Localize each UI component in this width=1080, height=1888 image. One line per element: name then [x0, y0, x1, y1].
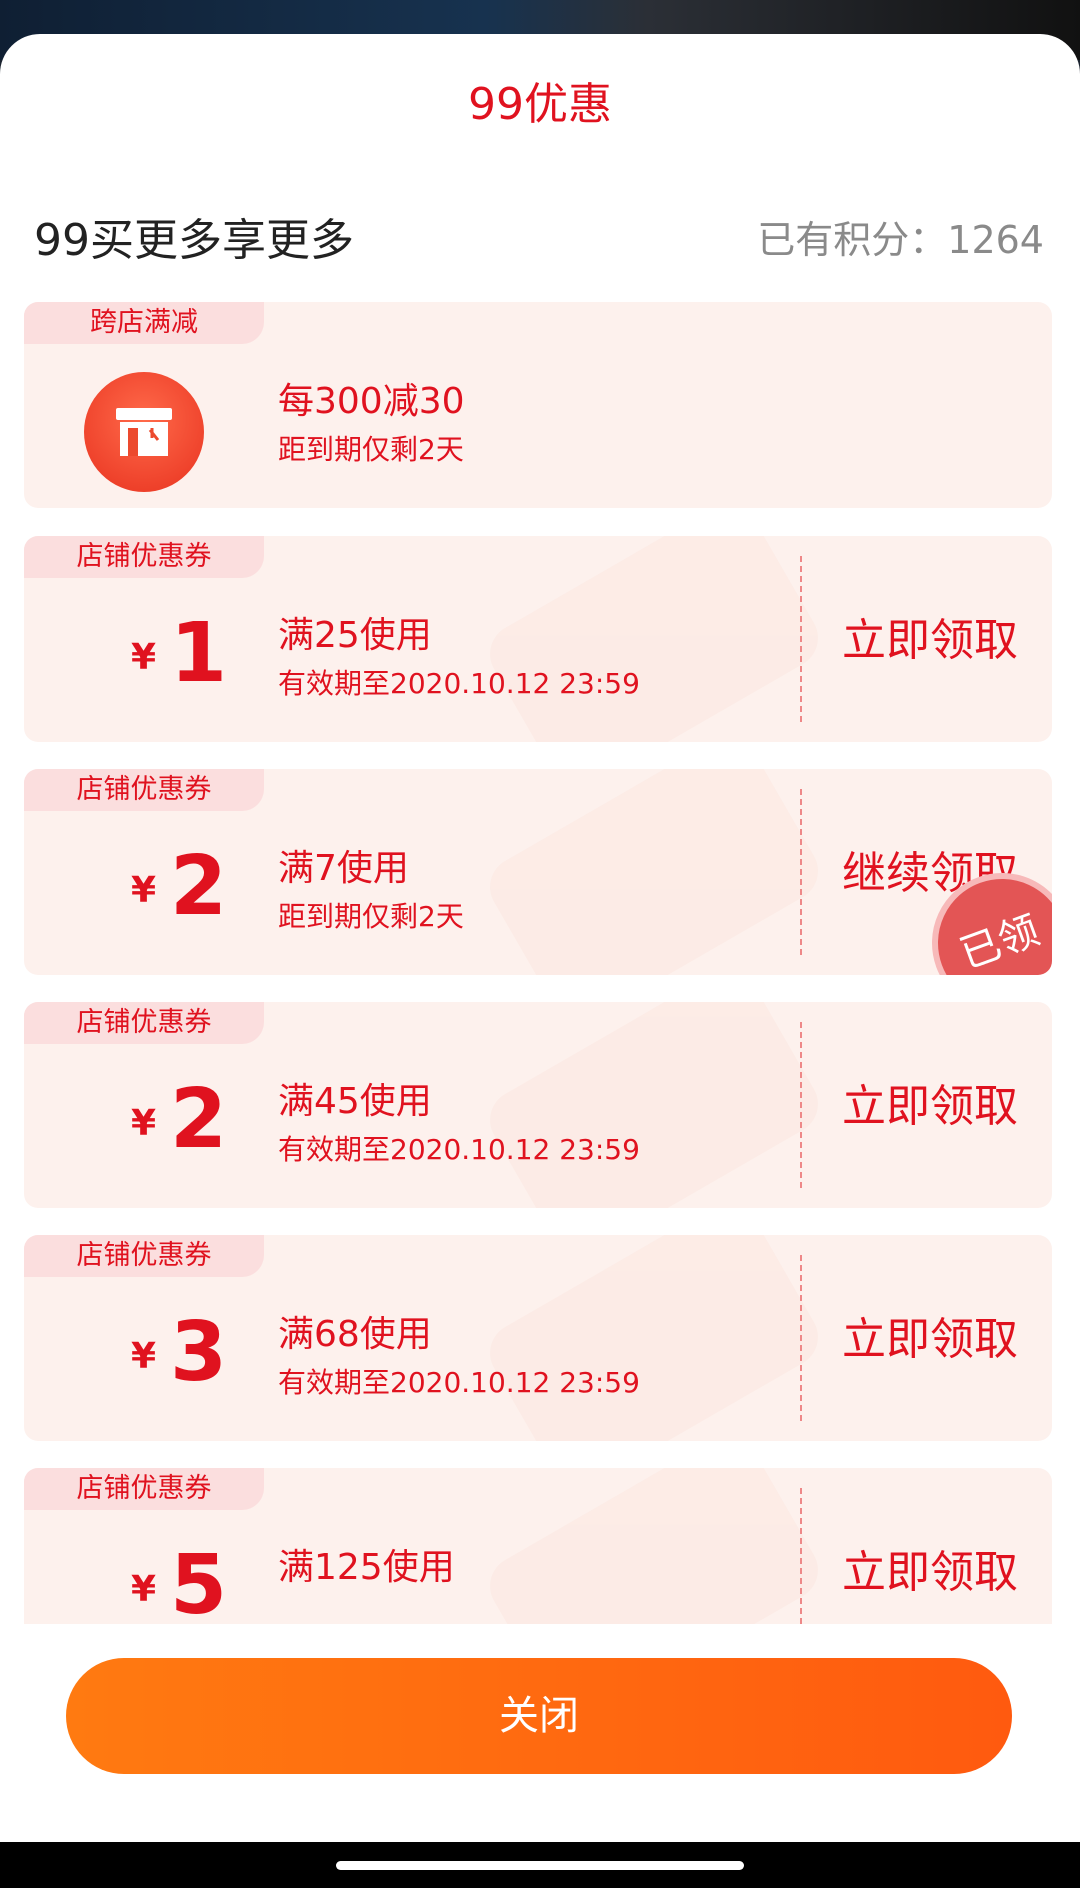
- coupon-condition: 满68使用: [278, 1314, 432, 1355]
- points-value: 1264: [947, 218, 1044, 262]
- coupon-card: 店铺优惠券 ¥5 满125使用 立即领取: [24, 1468, 1052, 1624]
- currency-symbol: ¥: [130, 1103, 156, 1144]
- home-indicator[interactable]: [336, 1861, 744, 1870]
- dashed-divider: [800, 556, 802, 722]
- amount-value: 2: [170, 839, 228, 934]
- coupon-tag: 店铺优惠券: [24, 1468, 264, 1510]
- discount-rule: 每300减30: [278, 381, 465, 422]
- coupon-tag: 店铺优惠券: [24, 536, 264, 578]
- coupon-condition: 满25使用: [278, 615, 432, 656]
- coupon-card: 店铺优惠券 ¥2 满45使用 有效期至2020.10.12 23:59 立即领取: [24, 1002, 1052, 1208]
- amount-value: 1: [170, 606, 228, 701]
- coupon-validity: 有效期至2020.10.12 23:59: [278, 1366, 640, 1399]
- coupon-list[interactable]: 跨店满减 每300减30 距到期仅剩2天 店铺优惠券 ¥1 满25使用 有效期至…: [0, 302, 1080, 1624]
- claim-button[interactable]: 立即领取: [842, 604, 1018, 668]
- coupon-amount: ¥2: [94, 839, 264, 949]
- currency-symbol: ¥: [130, 1569, 156, 1610]
- close-button[interactable]: 关闭: [66, 1658, 1012, 1774]
- coupon-tag: 跨店满减: [24, 302, 264, 344]
- cross-store-card: 跨店满减 每300减30 距到期仅剩2天: [24, 302, 1052, 508]
- sheet-title: 99优惠: [468, 79, 612, 130]
- coupon-condition: 满45使用: [278, 1081, 432, 1122]
- coupon-tag: 店铺优惠券: [24, 1002, 264, 1044]
- coupon-amount: ¥1: [94, 606, 264, 716]
- currency-symbol: ¥: [130, 870, 156, 911]
- coupon-sheet: 99优惠 99买更多享更多 已有积分：1264 跨店满减 每300减30 距到期…: [0, 34, 1080, 1842]
- expiry-text: 距到期仅剩2天: [278, 433, 464, 466]
- claim-button[interactable]: 立即领取: [842, 1536, 1018, 1600]
- currency-symbol: ¥: [130, 637, 156, 678]
- dashed-divider: [800, 1488, 802, 1624]
- claimed-stamp-label: 已领: [954, 907, 1046, 975]
- coupon-condition: 满125使用: [278, 1547, 455, 1588]
- coupon-amount: ¥3: [94, 1305, 264, 1415]
- claim-button[interactable]: 立即领取: [842, 1303, 1018, 1367]
- points-label: 已有积分：: [757, 218, 948, 262]
- coupon-card: 店铺优惠券 ¥3 满68使用 有效期至2020.10.12 23:59 立即领取: [24, 1235, 1052, 1441]
- store-icon: [84, 372, 204, 492]
- dashed-divider: [800, 1022, 802, 1188]
- coupon-validity: 距到期仅剩2天: [278, 900, 464, 933]
- amount-value: 2: [170, 1072, 228, 1167]
- dashed-divider: [800, 789, 802, 955]
- coupon-tag: 店铺优惠券: [24, 1235, 264, 1277]
- claim-button[interactable]: 立即领取: [842, 1070, 1018, 1134]
- coupon-card: 店铺优惠券 ¥1 满25使用 有效期至2020.10.12 23:59 立即领取: [24, 536, 1052, 742]
- coupon-amount: ¥5: [94, 1538, 264, 1624]
- amount-value: 3: [170, 1305, 228, 1400]
- coupon-validity: 有效期至2020.10.12 23:59: [278, 1133, 640, 1166]
- currency-symbol: ¥: [130, 1336, 156, 1377]
- coupon-amount: ¥2: [94, 1072, 264, 1182]
- coupon-condition: 满7使用: [278, 848, 409, 889]
- points-display: 已有积分：1264: [757, 209, 1044, 264]
- amount-value: 5: [170, 1538, 228, 1624]
- coupon-card: 店铺优惠券 ¥2 满7使用 距到期仅剩2天 继续领取 已领: [24, 769, 1052, 975]
- coupon-tag: 店铺优惠券: [24, 769, 264, 811]
- dashed-divider: [800, 1255, 802, 1421]
- coupon-validity: 有效期至2020.10.12 23:59: [278, 667, 640, 700]
- promo-subtitle: 99买更多享更多: [34, 215, 354, 266]
